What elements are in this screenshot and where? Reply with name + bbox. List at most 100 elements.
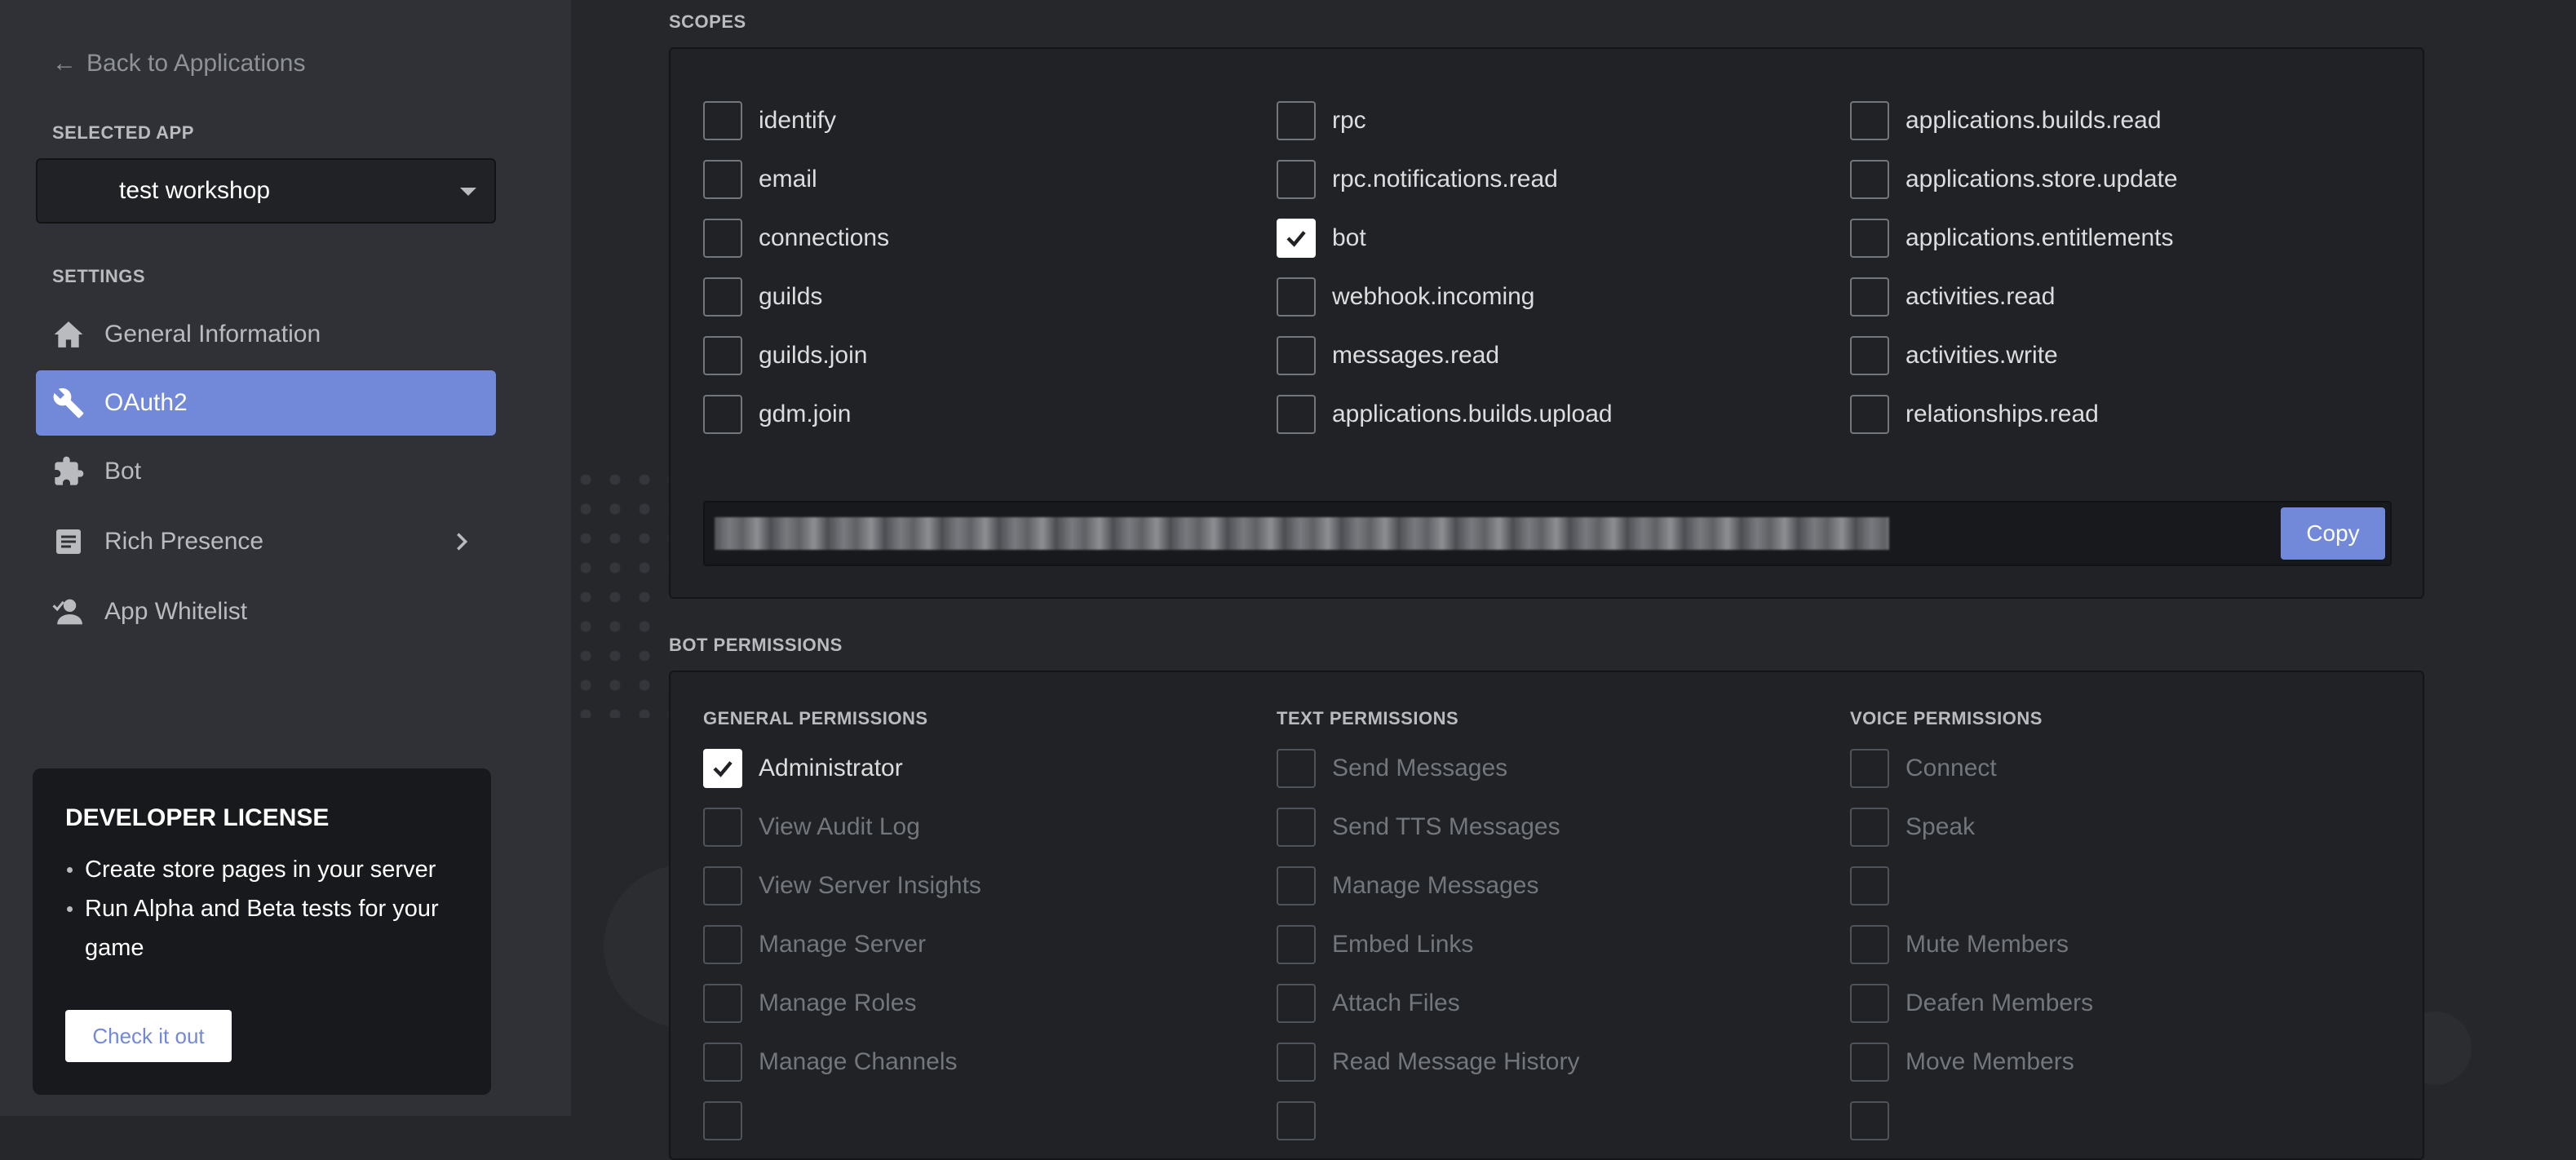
sidebar-item-bot[interactable]: Bot (36, 439, 496, 504)
scope-webhook-incoming[interactable]: webhook.incoming (1277, 277, 1534, 317)
license-bullet: Create store pages in your server (65, 850, 458, 889)
permission-label: Manage Roles (759, 990, 917, 1016)
checkbox[interactable] (703, 395, 742, 434)
checkbox (1277, 1043, 1316, 1082)
back-to-applications-link[interactable]: ← Back to Applications (52, 46, 306, 82)
scope-rpc[interactable]: rpc (1277, 101, 1366, 140)
app-select-dropdown[interactable]: test workshop (36, 158, 496, 224)
scope-applications-store-update[interactable]: applications.store.update (1850, 160, 2178, 199)
checkbox[interactable] (703, 749, 742, 788)
scope-applications-builds-upload[interactable]: applications.builds.upload (1277, 395, 1613, 434)
scope-label: guilds (759, 283, 823, 310)
scope-label: activities.write (1905, 342, 2058, 369)
checkbox[interactable] (703, 336, 742, 375)
settings-label: SETTINGS (52, 266, 146, 286)
permission-read-message-history: Read Message History (1277, 1043, 1579, 1082)
checkbox[interactable] (1850, 277, 1889, 317)
scope-label: applications.store.update (1905, 166, 2178, 193)
checkmark-icon (1286, 231, 1306, 247)
checkbox (1277, 866, 1316, 905)
sidebar-item-label: Rich Presence (104, 528, 264, 555)
sidebar-item-oauth2[interactable]: OAuth2 (36, 370, 496, 436)
home-icon (52, 318, 85, 351)
permission-speak: Speak (1850, 808, 1975, 847)
scope-label: rpc.notifications.read (1332, 166, 1558, 193)
arrow-left-icon: ← (52, 50, 77, 77)
checkbox[interactable] (703, 219, 742, 258)
scope-connections[interactable]: connections (703, 219, 889, 258)
checkbox[interactable] (703, 277, 742, 317)
permission-label: Embed Links (1332, 931, 1474, 958)
scope-label: bot (1332, 224, 1366, 251)
scope-label: messages.read (1332, 342, 1500, 369)
permission-view-server-insights: View Server Insights (703, 866, 981, 905)
scope-label: activities.read (1905, 283, 2056, 310)
chevron-right-icon (450, 530, 473, 553)
permission-label: Read Message History (1332, 1048, 1580, 1075)
document-icon (52, 525, 85, 558)
permission-label: Administrator (759, 755, 903, 781)
checkbox[interactable] (1277, 160, 1316, 199)
sidebar-item-app-whitelist[interactable]: App Whitelist (36, 579, 496, 644)
scope-activities-write[interactable]: activities.write (1850, 336, 2058, 375)
sidebar-item-general-information[interactable]: General Information (36, 302, 496, 367)
permission-send-messages: Send Messages (1277, 749, 1507, 788)
permission-administrator[interactable]: Administrator (703, 749, 903, 788)
scope-email[interactable]: email (703, 160, 817, 199)
scope-gdm-join[interactable]: gdm.join (703, 395, 851, 434)
sidebar-item-rich-presence[interactable]: Rich Presence (36, 509, 496, 574)
sidebar-item-label: General Information (104, 321, 321, 348)
permission-label: Mute Members (1905, 931, 2069, 958)
permission-manage-roles: Manage Roles (703, 984, 916, 1023)
checkbox[interactable] (1277, 336, 1316, 375)
scope-bot[interactable]: bot (1277, 219, 1366, 258)
checkbox[interactable] (1850, 336, 1889, 375)
scope-label: applications.builds.read (1905, 107, 2162, 134)
selected-app-label: SELECTED APP (52, 122, 194, 143)
scope-label: applications.builds.upload (1332, 401, 1613, 427)
permission-manage-messages: Manage Messages (1277, 866, 1538, 905)
scope-label: rpc (1332, 107, 1366, 134)
scope-guilds[interactable]: guilds (703, 277, 822, 317)
checkbox[interactable] (703, 160, 742, 199)
scope-applications-entitlements[interactable]: applications.entitlements (1850, 219, 2174, 258)
permission-partial-row (1277, 1101, 1316, 1140)
scope-guilds-join[interactable]: guilds.join (703, 336, 867, 375)
scope-relationships-read[interactable]: relationships.read (1850, 395, 2099, 434)
voice-permissions-heading: VOICE PERMISSIONS (1850, 708, 2043, 728)
checkbox[interactable] (1850, 395, 1889, 434)
checkbox[interactable] (1277, 395, 1316, 434)
check-it-out-button[interactable]: Check it out (65, 1010, 232, 1062)
checkbox[interactable] (1850, 160, 1889, 199)
sidebar: ← Back to Applications SELECTED APP test… (0, 0, 571, 1116)
checkbox[interactable] (1850, 219, 1889, 258)
checkbox[interactable] (1277, 277, 1316, 317)
scope-applications-builds-read[interactable]: applications.builds.read (1850, 101, 2162, 140)
scope-messages-read[interactable]: messages.read (1277, 336, 1499, 375)
checkbox[interactable] (1850, 101, 1889, 140)
scope-identify[interactable]: identify (703, 101, 836, 140)
background-dots (571, 465, 669, 718)
permission-view-audit-log: View Audit Log (703, 808, 920, 847)
scope-label: relationships.read (1905, 401, 2099, 427)
scope-rpc-notifications-read[interactable]: rpc.notifications.read (1277, 160, 1558, 199)
copy-button[interactable]: Copy (2281, 507, 2385, 560)
checkbox[interactable] (1277, 101, 1316, 140)
scope-activities-read[interactable]: activities.read (1850, 277, 2055, 317)
scopes-label: SCOPES (669, 11, 746, 32)
checkbox[interactable] (1277, 219, 1316, 258)
permission-label: View Audit Log (759, 813, 920, 840)
wrench-icon (52, 387, 85, 419)
checkbox[interactable] (703, 101, 742, 140)
oauth-url-field[interactable]: Copy (703, 501, 2392, 566)
permission-label: Manage Channels (759, 1048, 958, 1075)
scope-label: guilds.join (759, 342, 868, 369)
puzzle-icon (52, 455, 85, 488)
checkbox (1277, 984, 1316, 1023)
checkbox (1277, 808, 1316, 847)
permission-connect: Connect (1850, 749, 1997, 788)
checkbox (703, 866, 742, 905)
checkbox (703, 1043, 742, 1082)
sidebar-item-label: OAuth2 (104, 389, 188, 416)
scope-label: identify (759, 107, 837, 134)
